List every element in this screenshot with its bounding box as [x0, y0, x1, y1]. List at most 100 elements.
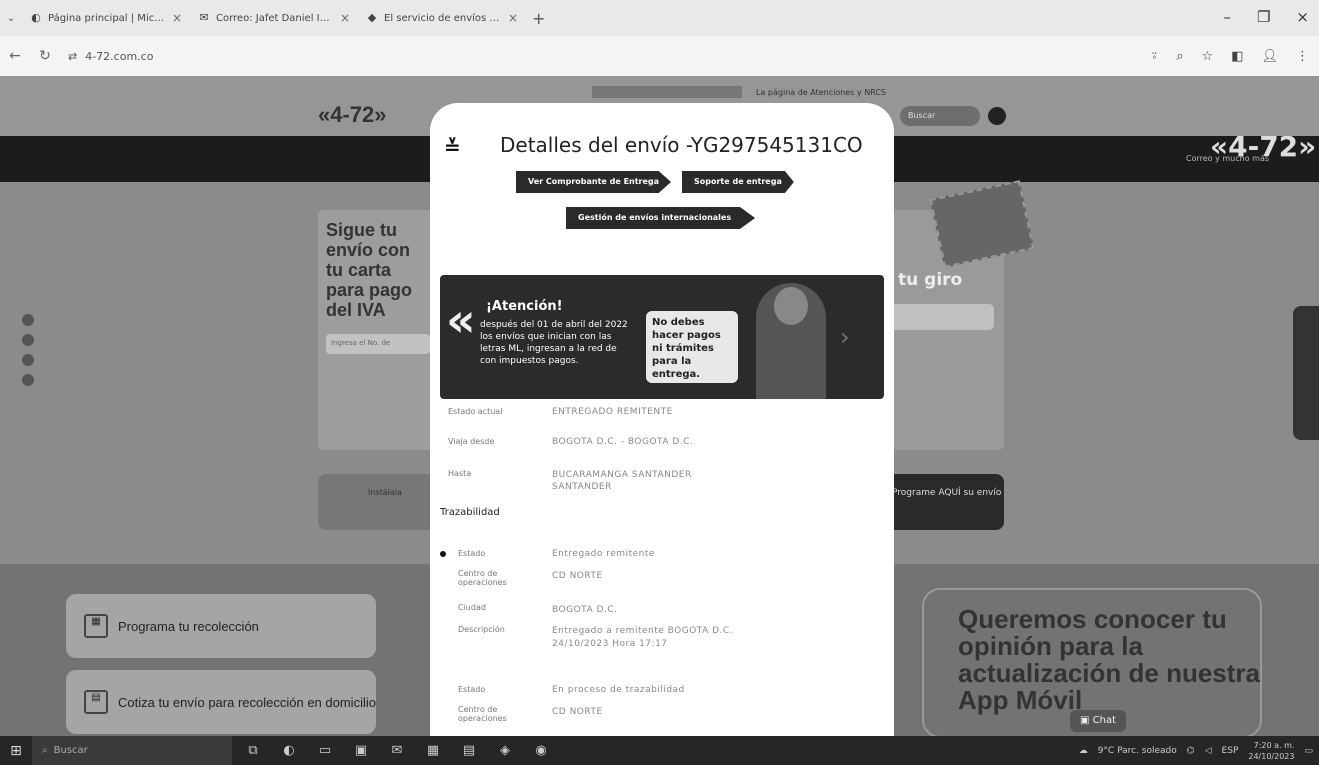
address-bar: ← ↻ ⇄ 4-72.com.co ⍤ ⌕ ☆ ◧ 👤︎ ⋮ — [0, 36, 1319, 76]
slogan: Correo y mucho más — [1186, 154, 1270, 163]
collapse-chevron-icon[interactable]: ≚ — [444, 135, 461, 159]
outlook-icon: ✉ — [199, 11, 209, 24]
explorer-taskbar-icon[interactable]: ▭ — [310, 742, 340, 760]
modal-title: Detalles del envío -YG297545131CO — [500, 133, 863, 157]
site-top-links: La página de Atenciones y NRCS — [592, 86, 886, 98]
zoom-icon[interactable]: ⌕ — [1176, 49, 1183, 64]
traz-label: Ciudad — [458, 603, 486, 612]
shipment-details-modal: ≚ Detalles del envío -YG297545131CO Ver … — [430, 103, 894, 736]
person-with-phone-image — [756, 283, 826, 399]
programa-recoleccion-button[interactable]: ▦ Programa tu recolección — [66, 594, 376, 658]
app3-taskbar-icon[interactable]: ◈ — [490, 742, 520, 760]
menu-icon[interactable]: ⋮ — [1296, 49, 1309, 64]
traz-value: En proceso de trazabilidad — [552, 685, 685, 695]
new-tab-icon[interactable]: + — [532, 9, 545, 28]
minimize-icon[interactable]: – — [1223, 8, 1231, 26]
instagram-icon[interactable] — [22, 354, 34, 366]
facebook-icon[interactable] — [22, 314, 34, 326]
language-indicator[interactable]: ESP — [1222, 746, 1239, 756]
field-label: Viaja desde — [448, 437, 495, 446]
windows-taskbar: ⊞ ⌕ Buscar ⧉ ◐ ▭ ▣ ✉ ▦ ▤ ◈ ◉ ☁ 9°C Parc.… — [0, 736, 1319, 765]
volume-icon[interactable]: ◁ — [1205, 746, 1212, 756]
field-label: Hasta — [448, 469, 472, 478]
chrome-taskbar-icon[interactable]: ◉ — [526, 742, 556, 760]
cotiza-envio-button[interactable]: ▤ Cotiza tu envío para recolección en do… — [66, 670, 376, 734]
programa-label: Programa tu recolección — [118, 618, 259, 634]
close-tab-icon[interactable]: × — [508, 11, 518, 25]
promo-stamp-image[interactable] — [929, 180, 1035, 268]
field-value: BOGOTA D.C. - BOGOTA D.C. — [552, 437, 694, 447]
translate-icon[interactable]: ⍤ — [1150, 49, 1158, 64]
reload-icon[interactable]: ↻ — [30, 48, 60, 64]
banner-message: después del 01 de abril del 2022 los env… — [480, 320, 628, 366]
edge-icon: ◐ — [31, 11, 41, 24]
traz-label: Estado — [458, 549, 486, 558]
top-link[interactable]: La página de Atenciones y NRCS — [756, 88, 886, 97]
tab-microsoft-start[interactable]: ◐ Página principal | Microsoft S × — [22, 4, 190, 32]
traz-label: Descripción — [458, 625, 505, 634]
soporte-entrega-button[interactable]: Soporte de entrega — [682, 171, 794, 193]
tab-outlook[interactable]: ✉ Correo: Jafet Daniel Iseda Dr × — [190, 4, 358, 32]
top-banner — [592, 86, 742, 98]
browser-tab-bar: ⌄ ◐ Página principal | Microsoft S × ✉ C… — [0, 0, 1319, 36]
restore-icon[interactable]: ❐ — [1257, 8, 1270, 26]
472-icon: ◆ — [367, 11, 377, 24]
url-field[interactable]: ⇄ 4-72.com.co — [68, 50, 153, 63]
traz-label: Centro de operaciones — [458, 569, 507, 587]
attention-banner: « ¡Atención! después del 01 de abril del… — [440, 275, 884, 399]
site-search-icon[interactable] — [988, 107, 1006, 125]
bookmark-star-icon[interactable]: ☆ — [1202, 49, 1214, 64]
tab-list-chevron-icon[interactable]: ⌄ — [0, 13, 22, 24]
app-taskbar-icon[interactable]: ▦ — [418, 742, 448, 760]
time: 7:20 a. m. — [1253, 740, 1295, 750]
close-tab-icon[interactable]: × — [340, 11, 350, 25]
app-install-banner[interactable]: Instálala — [318, 474, 438, 530]
tab-title: El servicio de envíos de Colo — [384, 12, 502, 24]
mail-taskbar-icon[interactable]: ✉ — [382, 742, 412, 760]
taskbar-search[interactable]: ⌕ Buscar — [32, 736, 232, 765]
linkedin-icon[interactable] — [22, 374, 34, 386]
traz-value: Entregado a remitente BOGOTA D.C. 24/10/… — [552, 626, 734, 649]
close-tab-icon[interactable]: × — [172, 11, 182, 25]
network-icon[interactable]: ⌬ — [1187, 746, 1195, 756]
back-icon[interactable]: ← — [0, 48, 30, 64]
field-label: Estado actual — [448, 407, 503, 416]
site-logo[interactable]: «4-72» — [318, 102, 387, 128]
gestion-internacional-button[interactable]: Gestión de envíos internacionales — [566, 207, 756, 229]
window-controls: – ❐ × — [1223, 8, 1309, 26]
traz-value: BOGOTA D.C. — [552, 605, 618, 615]
system-tray: ☁ 9°C Parc. soleado ⌬ ◁ ESP 7:20 a. m. 2… — [1079, 736, 1313, 765]
sigue-tu-envio-card: Sigue tu envío con tu carta para pago de… — [318, 210, 438, 450]
edge-taskbar-icon[interactable]: ◐ — [274, 742, 304, 760]
tab-472[interactable]: ◆ El servicio de envíos de Colo × — [358, 4, 526, 32]
calendar-icon: ▦ — [84, 614, 108, 638]
clock[interactable]: 7:20 a. m. 24/10/2023 — [1248, 740, 1294, 762]
ver-comprobante-button[interactable]: Ver Comprobante de Entrega — [516, 171, 672, 193]
cotiza-label: Cotiza tu envío para recolección en domi… — [118, 694, 376, 710]
weather-text[interactable]: 9°C Parc. soleado — [1098, 746, 1177, 756]
task-view-icon[interactable]: ⧉ — [238, 742, 268, 760]
close-window-icon[interactable]: × — [1296, 8, 1309, 26]
giro-input[interactable] — [890, 304, 994, 330]
twitter-icon[interactable] — [22, 334, 34, 346]
programe-button[interactable]: Programe AQUÍ su envío — [880, 474, 1004, 530]
windows-start-icon[interactable]: ⊞ — [0, 743, 32, 759]
chat-label: Chat — [1092, 715, 1117, 726]
tab-title: Correo: Jafet Daniel Iseda Dr — [216, 12, 334, 24]
side-accessibility-tab[interactable] — [1293, 306, 1319, 440]
chevron-logo-icon: « — [446, 293, 476, 347]
guide-number-input[interactable]: Ingresa el No. de — [326, 334, 430, 354]
giro-title: tu giro — [898, 270, 963, 290]
site-search-input[interactable]: Buscar — [900, 106, 980, 126]
field-value: ENTREGADO REMITENTE — [552, 407, 673, 417]
profile-icon[interactable]: 👤︎ — [1261, 49, 1278, 64]
notifications-icon[interactable]: ▭ — [1304, 746, 1313, 756]
chat-button[interactable]: ▣ Chat — [1070, 710, 1127, 732]
traz-value: CD NORTE — [552, 571, 603, 581]
chat-icon: ▣ — [1080, 715, 1093, 726]
store-taskbar-icon[interactable]: ▣ — [346, 742, 376, 760]
site-settings-icon[interactable]: ⇄ — [68, 50, 77, 63]
side-panel-icon[interactable]: ◧ — [1231, 49, 1243, 64]
traz-value: Entregado remitente — [552, 549, 655, 559]
app2-taskbar-icon[interactable]: ▤ — [454, 742, 484, 760]
